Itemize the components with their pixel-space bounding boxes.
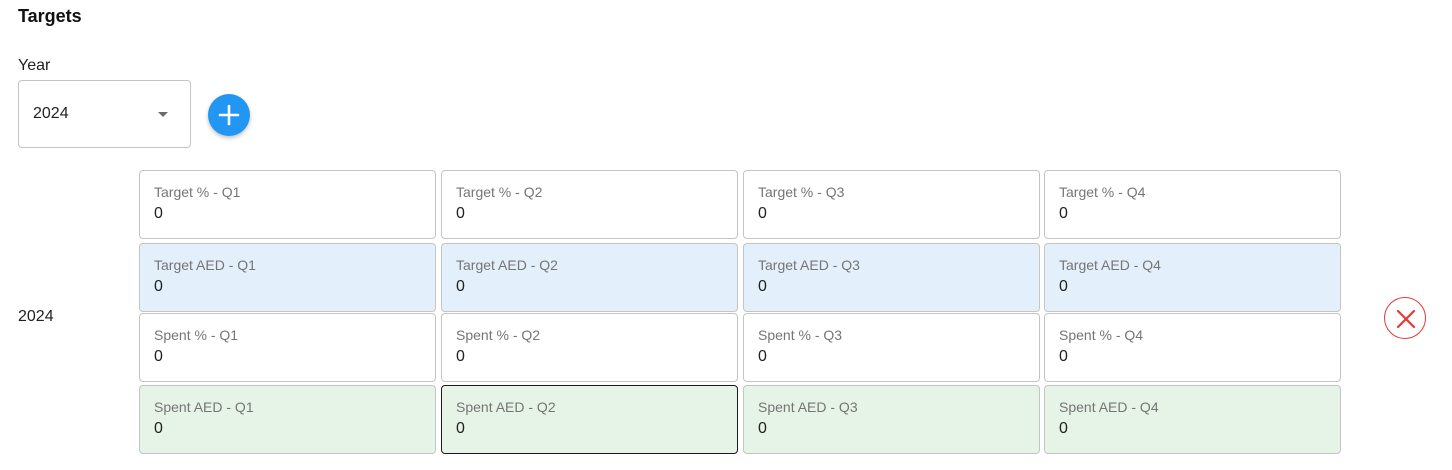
add-year-button[interactable] xyxy=(208,94,250,136)
section-title: Targets xyxy=(18,6,82,26)
field-label: Target AED - Q3 xyxy=(758,257,860,273)
field-label: Target AED - Q1 xyxy=(154,257,256,273)
field-value: 0 xyxy=(154,420,163,437)
target-percent-q1-field[interactable]: Target % - Q1 0 xyxy=(139,170,436,239)
year-select-value: 2024 xyxy=(33,105,69,122)
spent-aed-q2-field[interactable]: Spent AED - Q2 0 xyxy=(441,385,738,454)
caret-down-icon xyxy=(158,112,168,117)
year-label: Year xyxy=(18,57,51,74)
spent-aed-q4-field[interactable]: Spent AED - Q4 0 xyxy=(1044,385,1341,454)
field-label: Spent % - Q3 xyxy=(758,327,843,343)
field-label: Target % - Q2 xyxy=(456,184,543,200)
field-value: 0 xyxy=(456,348,465,365)
field-value: 0 xyxy=(154,205,163,222)
field-value: 0 xyxy=(456,278,465,295)
target-percent-q3-field[interactable]: Target % - Q3 0 xyxy=(743,170,1040,239)
field-label: Target % - Q4 xyxy=(1059,184,1146,200)
field-value: 0 xyxy=(1059,348,1068,365)
row-year-label: 2024 xyxy=(18,308,54,325)
field-label: Spent % - Q4 xyxy=(1059,327,1144,343)
field-value: 0 xyxy=(758,348,767,365)
field-label: Spent AED - Q1 xyxy=(154,399,254,415)
target-aed-q2-field[interactable]: Target AED - Q2 0 xyxy=(441,243,738,312)
target-percent-q4-field[interactable]: Target % - Q4 0 xyxy=(1044,170,1341,239)
field-value: 0 xyxy=(758,420,767,437)
field-value: 0 xyxy=(456,420,465,437)
field-label: Target AED - Q2 xyxy=(456,257,558,273)
field-label: Spent AED - Q2 xyxy=(456,399,556,415)
target-aed-q3-field[interactable]: Target AED - Q3 0 xyxy=(743,243,1040,312)
spent-aed-q1-field[interactable]: Spent AED - Q1 0 xyxy=(139,385,436,454)
field-value: 0 xyxy=(1059,278,1068,295)
field-value: 0 xyxy=(1059,420,1068,437)
field-value: 0 xyxy=(456,205,465,222)
spent-percent-q1-field[interactable]: Spent % - Q1 0 xyxy=(139,313,436,382)
plus-icon xyxy=(218,104,240,126)
close-circle-icon xyxy=(1396,309,1416,329)
field-label: Target AED - Q4 xyxy=(1059,257,1161,273)
field-value: 0 xyxy=(758,205,767,222)
target-aed-q4-field[interactable]: Target AED - Q4 0 xyxy=(1044,243,1341,312)
field-label: Spent AED - Q4 xyxy=(1059,399,1159,415)
remove-year-button[interactable] xyxy=(1384,297,1426,339)
targets-panel: Targets Year 2024 2024 Target % - Q1 0 T… xyxy=(0,0,1452,470)
year-select[interactable]: 2024 xyxy=(18,80,191,148)
field-label: Spent % - Q2 xyxy=(456,327,541,343)
spent-percent-q4-field[interactable]: Spent % - Q4 0 xyxy=(1044,313,1341,382)
target-percent-q2-field[interactable]: Target % - Q2 0 xyxy=(441,170,738,239)
field-value: 0 xyxy=(154,278,163,295)
field-value: 0 xyxy=(758,278,767,295)
field-value: 0 xyxy=(154,348,163,365)
field-label: Spent AED - Q3 xyxy=(758,399,858,415)
field-value: 0 xyxy=(1059,205,1068,222)
field-label: Target % - Q3 xyxy=(758,184,845,200)
field-label: Spent % - Q1 xyxy=(154,327,239,343)
field-label: Target % - Q1 xyxy=(154,184,241,200)
spent-percent-q3-field[interactable]: Spent % - Q3 0 xyxy=(743,313,1040,382)
spent-percent-q2-field[interactable]: Spent % - Q2 0 xyxy=(441,313,738,382)
spent-aed-q3-field[interactable]: Spent AED - Q3 0 xyxy=(743,385,1040,454)
target-aed-q1-field[interactable]: Target AED - Q1 0 xyxy=(139,243,436,312)
